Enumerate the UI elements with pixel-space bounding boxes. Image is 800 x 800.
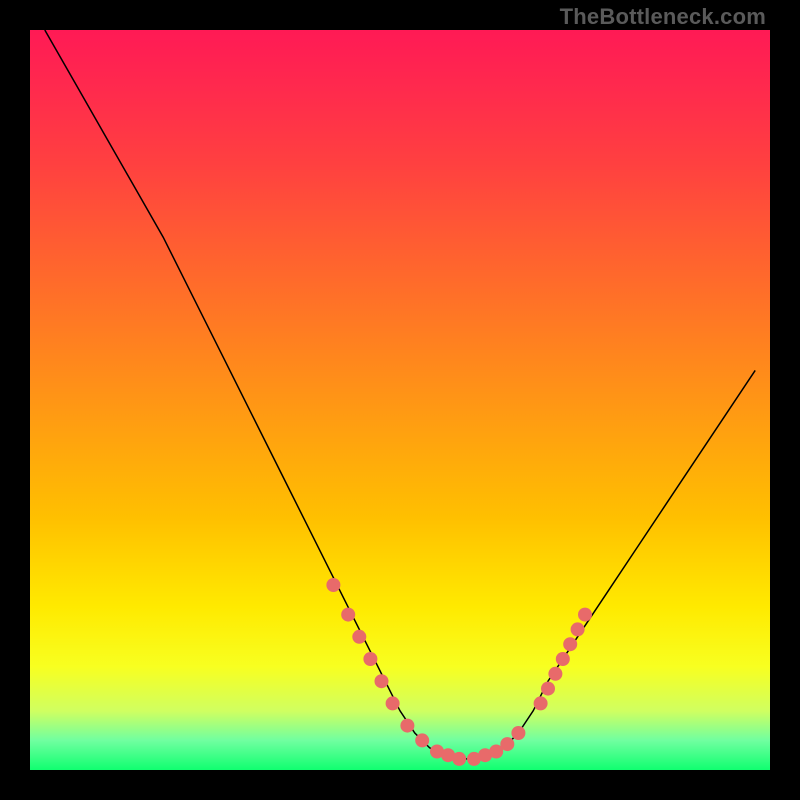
data-marker (363, 652, 377, 666)
data-marker (400, 719, 414, 733)
marker-group (326, 578, 592, 766)
data-marker (352, 630, 366, 644)
data-marker (511, 726, 525, 740)
data-marker (541, 682, 555, 696)
watermark-text: TheBottleneck.com (560, 4, 766, 30)
data-marker (500, 737, 514, 751)
data-marker (415, 733, 429, 747)
data-marker (341, 608, 355, 622)
data-marker (326, 578, 340, 592)
data-marker (556, 652, 570, 666)
chart-frame: TheBottleneck.com (0, 0, 800, 800)
data-marker (578, 608, 592, 622)
data-marker (452, 752, 466, 766)
data-marker (375, 674, 389, 688)
bottleneck-curve (45, 30, 755, 759)
data-marker (534, 696, 548, 710)
chart-svg (30, 30, 770, 770)
data-marker (548, 667, 562, 681)
data-marker (571, 622, 585, 636)
data-marker (386, 696, 400, 710)
plot-area (30, 30, 770, 770)
data-marker (563, 637, 577, 651)
